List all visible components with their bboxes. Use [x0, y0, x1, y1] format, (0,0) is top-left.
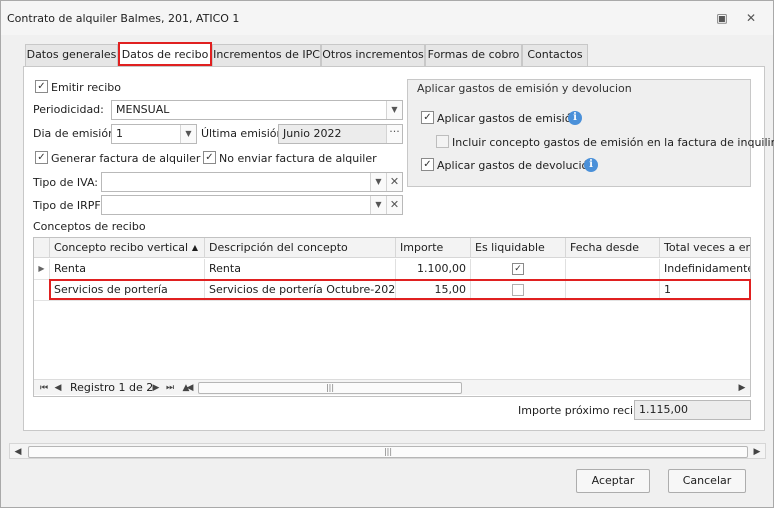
restore-icon[interactable]: ▣	[715, 11, 729, 25]
importe-proximo-label: Importe próximo recibo	[518, 404, 647, 417]
table-cell[interactable]	[471, 280, 566, 301]
table-cell[interactable]: ✓	[471, 259, 566, 280]
table-cell[interactable]: 15,00	[396, 280, 471, 301]
check-icon: ✓	[423, 159, 432, 170]
conceptos-label: Conceptos de recibo	[33, 220, 146, 233]
no-enviar-factura-label: No enviar factura de alquiler	[219, 152, 377, 165]
table-cell[interactable]	[566, 259, 660, 280]
previous-record-icon[interactable]: ◀	[52, 382, 64, 394]
tipo-iva-label: Tipo de IVA:	[33, 176, 98, 189]
conceptos-grid: Concepto recibo vertical ▲ Descripción d…	[33, 237, 751, 397]
last-record-icon[interactable]: ⏭	[164, 382, 176, 394]
contract-window: Contrato de alquiler Balmes, 201, ATICO …	[0, 0, 774, 508]
table-cell[interactable]	[566, 280, 660, 301]
sort-ascending-icon: ▲	[191, 243, 198, 252]
record-counter: Registro 1 de 2	[70, 381, 154, 394]
dia-emision-select[interactable]: 1 ▼	[111, 124, 197, 144]
liquidable-checkbox[interactable]: ✓	[512, 263, 524, 275]
tab-datos-de-recibo[interactable]: Datos de recibo	[118, 42, 212, 66]
table-cell[interactable]: Servicios de portería Octubre-2022	[205, 280, 396, 301]
importe-proximo-field: 1.115,00	[634, 400, 751, 420]
chevron-down-icon[interactable]: ▼	[370, 196, 386, 214]
tipo-irpf-select[interactable]: ▼ ✕	[101, 195, 403, 215]
cancel-button[interactable]: Cancelar	[668, 469, 746, 493]
no-enviar-factura-checkbox[interactable]: ✓	[203, 151, 216, 164]
tipo-iva-select[interactable]: ▼ ✕	[101, 172, 403, 192]
dia-emision-value: 1	[116, 127, 123, 140]
ultima-emision-label: Última emisión:	[201, 127, 288, 140]
info-icon[interactable]: i	[584, 158, 598, 172]
ultima-emision-value: Junio 2022	[283, 127, 342, 140]
aplicar-gastos-devolucion-label: Aplicar gastos de devolución	[437, 159, 596, 172]
tipo-irpf-label: Tipo de IRPF:	[33, 199, 104, 212]
chevron-down-icon[interactable]: ▼	[370, 173, 386, 191]
title-bar: Contrato de alquiler Balmes, 201, ATICO …	[1, 1, 773, 35]
aplicar-gastos-devolucion-checkbox[interactable]: ✓	[421, 158, 434, 171]
table-cell[interactable]: Servicios de portería	[50, 280, 205, 301]
ellipsis-icon[interactable]: ···	[386, 125, 402, 143]
gastos-group-title: Aplicar gastos de emisión y devolucion	[417, 82, 632, 95]
check-icon: ✓	[37, 152, 46, 163]
tab-contactos[interactable]: Contactos	[522, 44, 588, 66]
next-record-icon[interactable]: ▶	[150, 382, 162, 394]
tab-datos-generales[interactable]: Datos generales	[25, 44, 118, 66]
liquidable-checkbox[interactable]	[512, 284, 524, 296]
scroll-left-icon[interactable]: ◀	[12, 446, 24, 458]
window-title: Contrato de alquiler Balmes, 201, ATICO …	[7, 12, 240, 25]
row-indicator	[34, 280, 50, 301]
table-cell[interactable]: Renta	[205, 259, 396, 280]
window-scrollbar: ◀ ||| ▶	[9, 443, 766, 459]
incluir-concepto-checkbox[interactable]	[436, 135, 449, 148]
emitir-recibo-label: Emitir recibo	[51, 81, 121, 94]
grid-navigator-bar: ⏮ ◀ Registro 1 de 2 ▶ ⏭ ▲ ◀ ||| ▶	[34, 379, 750, 395]
clear-icon[interactable]: ✕	[386, 196, 402, 214]
accept-button[interactable]: Aceptar	[576, 469, 650, 493]
check-icon: ✓	[423, 112, 432, 123]
generar-factura-checkbox[interactable]: ✓	[35, 151, 48, 164]
emitir-recibo-checkbox[interactable]: ✓	[35, 80, 48, 93]
ultima-emision-field[interactable]: Junio 2022 ···	[278, 124, 403, 144]
row-indicator-icon: ▶	[34, 259, 50, 280]
chevron-down-icon[interactable]: ▼	[180, 125, 196, 143]
table-cell[interactable]: Renta	[50, 259, 205, 280]
periodicidad-value: MENSUAL	[116, 103, 170, 116]
column-header-concepto[interactable]: Concepto recibo vertical ▲	[50, 238, 205, 258]
aplicar-gastos-emision-label: Aplicar gastos de emisión	[437, 112, 579, 125]
periodicidad-label: Periodicidad:	[33, 103, 104, 116]
check-icon: ✓	[37, 81, 46, 92]
table-cell[interactable]: Indefinidamente	[660, 259, 750, 280]
column-header-total-veces[interactable]: Total veces a emitir	[660, 238, 750, 258]
scroll-right-icon[interactable]: ▶	[736, 382, 748, 394]
dia-emision-label: Dia de emisión:	[33, 127, 119, 140]
tab-formas-de-cobro[interactable]: Formas de cobro	[425, 44, 522, 66]
table-cell[interactable]: 1	[660, 280, 750, 301]
row-indicator-header	[34, 238, 50, 258]
window-scroll-thumb[interactable]: |||	[28, 446, 748, 458]
scroll-left-icon[interactable]: ◀	[184, 382, 196, 394]
column-header-importe[interactable]: Importe	[396, 238, 471, 258]
close-icon[interactable]: ✕	[744, 11, 758, 25]
aplicar-gastos-emision-checkbox[interactable]: ✓	[421, 111, 434, 124]
column-header-descripcion[interactable]: Descripción del concepto	[205, 238, 396, 258]
info-icon[interactable]: i	[568, 111, 582, 125]
table-cell[interactable]: 1.100,00	[396, 259, 471, 280]
tab-incrementos-ipc[interactable]: Incrementos de IPC	[212, 44, 321, 66]
check-icon: ✓	[205, 152, 214, 163]
clear-icon[interactable]: ✕	[386, 173, 402, 191]
column-header-label: Concepto recibo vertical	[54, 241, 189, 254]
scroll-right-icon[interactable]: ▶	[751, 446, 763, 458]
chevron-down-icon[interactable]: ▼	[386, 101, 402, 119]
grid-scroll-thumb[interactable]: |||	[198, 382, 462, 394]
tab-otros-incrementos[interactable]: Otros incrementos	[321, 44, 425, 66]
incluir-concepto-label: Incluir concepto gastos de emisión en la…	[452, 136, 774, 149]
generar-factura-label: Generar factura de alquiler	[51, 152, 201, 165]
periodicidad-select[interactable]: MENSUAL ▼	[111, 100, 403, 120]
first-record-icon[interactable]: ⏮	[38, 382, 50, 394]
column-header-liquidable[interactable]: Es liquidable	[471, 238, 566, 258]
check-icon: ✓	[514, 264, 522, 274]
column-header-fecha-desde[interactable]: Fecha desde	[566, 238, 660, 258]
